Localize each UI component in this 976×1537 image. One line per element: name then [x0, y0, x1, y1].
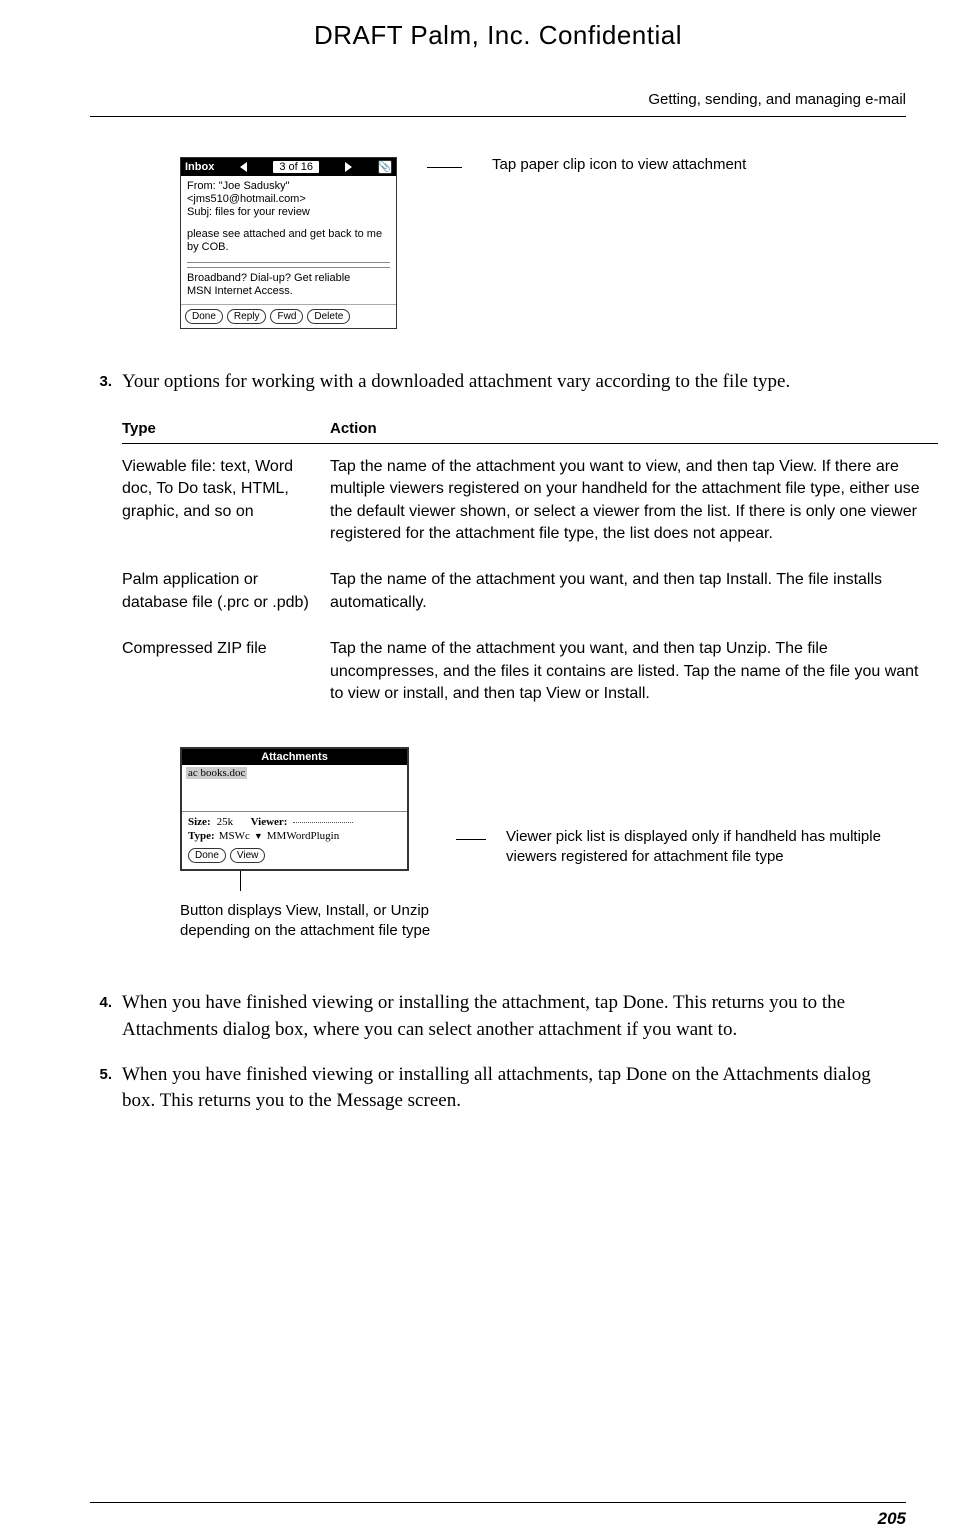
- type-value: MSWc: [219, 830, 250, 842]
- attachment-actions-table: Type Action Viewable file: text, Word do…: [122, 414, 938, 718]
- type-cell: Viewable file: text, Word doc, To Do tas…: [122, 443, 330, 557]
- subject-line: Subj: files for your review: [187, 206, 390, 219]
- draft-header: DRAFT Palm, Inc. Confidential: [90, 20, 906, 51]
- delete-button[interactable]: Delete: [307, 309, 350, 324]
- table-row: Viewable file: text, Word doc, To Do tas…: [122, 443, 938, 557]
- type-label: Type:: [188, 830, 215, 842]
- done-button[interactable]: Done: [185, 309, 223, 324]
- view-button-callout: Button displays View, Install, or Unzip …: [180, 901, 436, 940]
- type-cell: Compressed ZIP file: [122, 626, 330, 717]
- step-5-text: When you have finished viewing or instal…: [122, 1062, 906, 1115]
- step-number-5: 5.: [90, 1062, 112, 1115]
- footer-text-1: Broadband? Dial-up? Get reliable: [187, 272, 390, 285]
- attach-done-button[interactable]: Done: [188, 848, 226, 863]
- action-cell: Tap the name of the attachment you want …: [330, 443, 938, 557]
- attachments-screenshot: Attachments ac books.doc Size: 25k Viewe…: [180, 747, 409, 871]
- reply-button[interactable]: Reply: [227, 309, 267, 324]
- running-header: Getting, sending, and managing e-mail: [90, 91, 906, 117]
- callout-connector: [456, 839, 486, 840]
- callout-connector: [427, 167, 462, 168]
- footer-rule: [90, 1502, 906, 1503]
- plugin-name: MMWordPlugin: [267, 830, 339, 842]
- viewer-field[interactable]: [293, 822, 353, 823]
- message-counter: 3 of 16: [273, 161, 319, 173]
- type-cell: Palm application or database file (.prc …: [122, 557, 330, 626]
- table-row: Palm application or database file (.prc …: [122, 557, 938, 626]
- message-body: please see attached and get back to me b…: [187, 228, 390, 254]
- fwd-button[interactable]: Fwd: [270, 309, 303, 324]
- size-label: Size:: [188, 816, 211, 828]
- footer-text-2: MSN Internet Access.: [187, 285, 390, 298]
- viewer-picklist-callout: Viewer pick list is displayed only if ha…: [506, 827, 906, 866]
- from-line: From: "Joe Sadusky": [187, 180, 390, 193]
- attach-view-button[interactable]: View: [230, 848, 266, 863]
- action-cell: Tap the name of the attachment you want,…: [330, 557, 938, 626]
- prev-arrow-icon: [240, 162, 247, 172]
- inbox-screenshot: Inbox 3 of 16 📎 From: "Joe Sadusky" <jms…: [180, 157, 397, 329]
- inbox-title: Inbox: [185, 161, 214, 173]
- dropdown-icon[interactable]: ▼: [254, 831, 263, 841]
- viewer-label: Viewer:: [251, 816, 288, 828]
- paperclip-callout: Tap paper clip icon to view attachment: [492, 155, 746, 175]
- attachments-title: Attachments: [182, 749, 407, 765]
- col-header-type: Type: [122, 414, 330, 444]
- attachment-filename[interactable]: ac books.doc: [186, 767, 247, 779]
- divider: [187, 262, 390, 263]
- step-number-4: 4.: [90, 990, 112, 1043]
- step-4-text: When you have finished viewing or instal…: [122, 990, 906, 1043]
- next-arrow-icon: [345, 162, 352, 172]
- from-email: <jms510@hotmail.com>: [187, 193, 390, 206]
- divider: [187, 267, 390, 268]
- size-value: 25k: [217, 816, 234, 828]
- step-3-text: Your options for working with a download…: [122, 369, 790, 396]
- page-number: 205: [878, 1509, 906, 1529]
- action-cell: Tap the name of the attachment you want,…: [330, 626, 938, 717]
- col-header-action: Action: [330, 414, 938, 444]
- step-number-3: 3.: [90, 369, 112, 396]
- table-row: Compressed ZIP file Tap the name of the …: [122, 626, 938, 717]
- paperclip-icon[interactable]: 📎: [378, 160, 392, 174]
- callout-connector-vertical: [240, 871, 436, 891]
